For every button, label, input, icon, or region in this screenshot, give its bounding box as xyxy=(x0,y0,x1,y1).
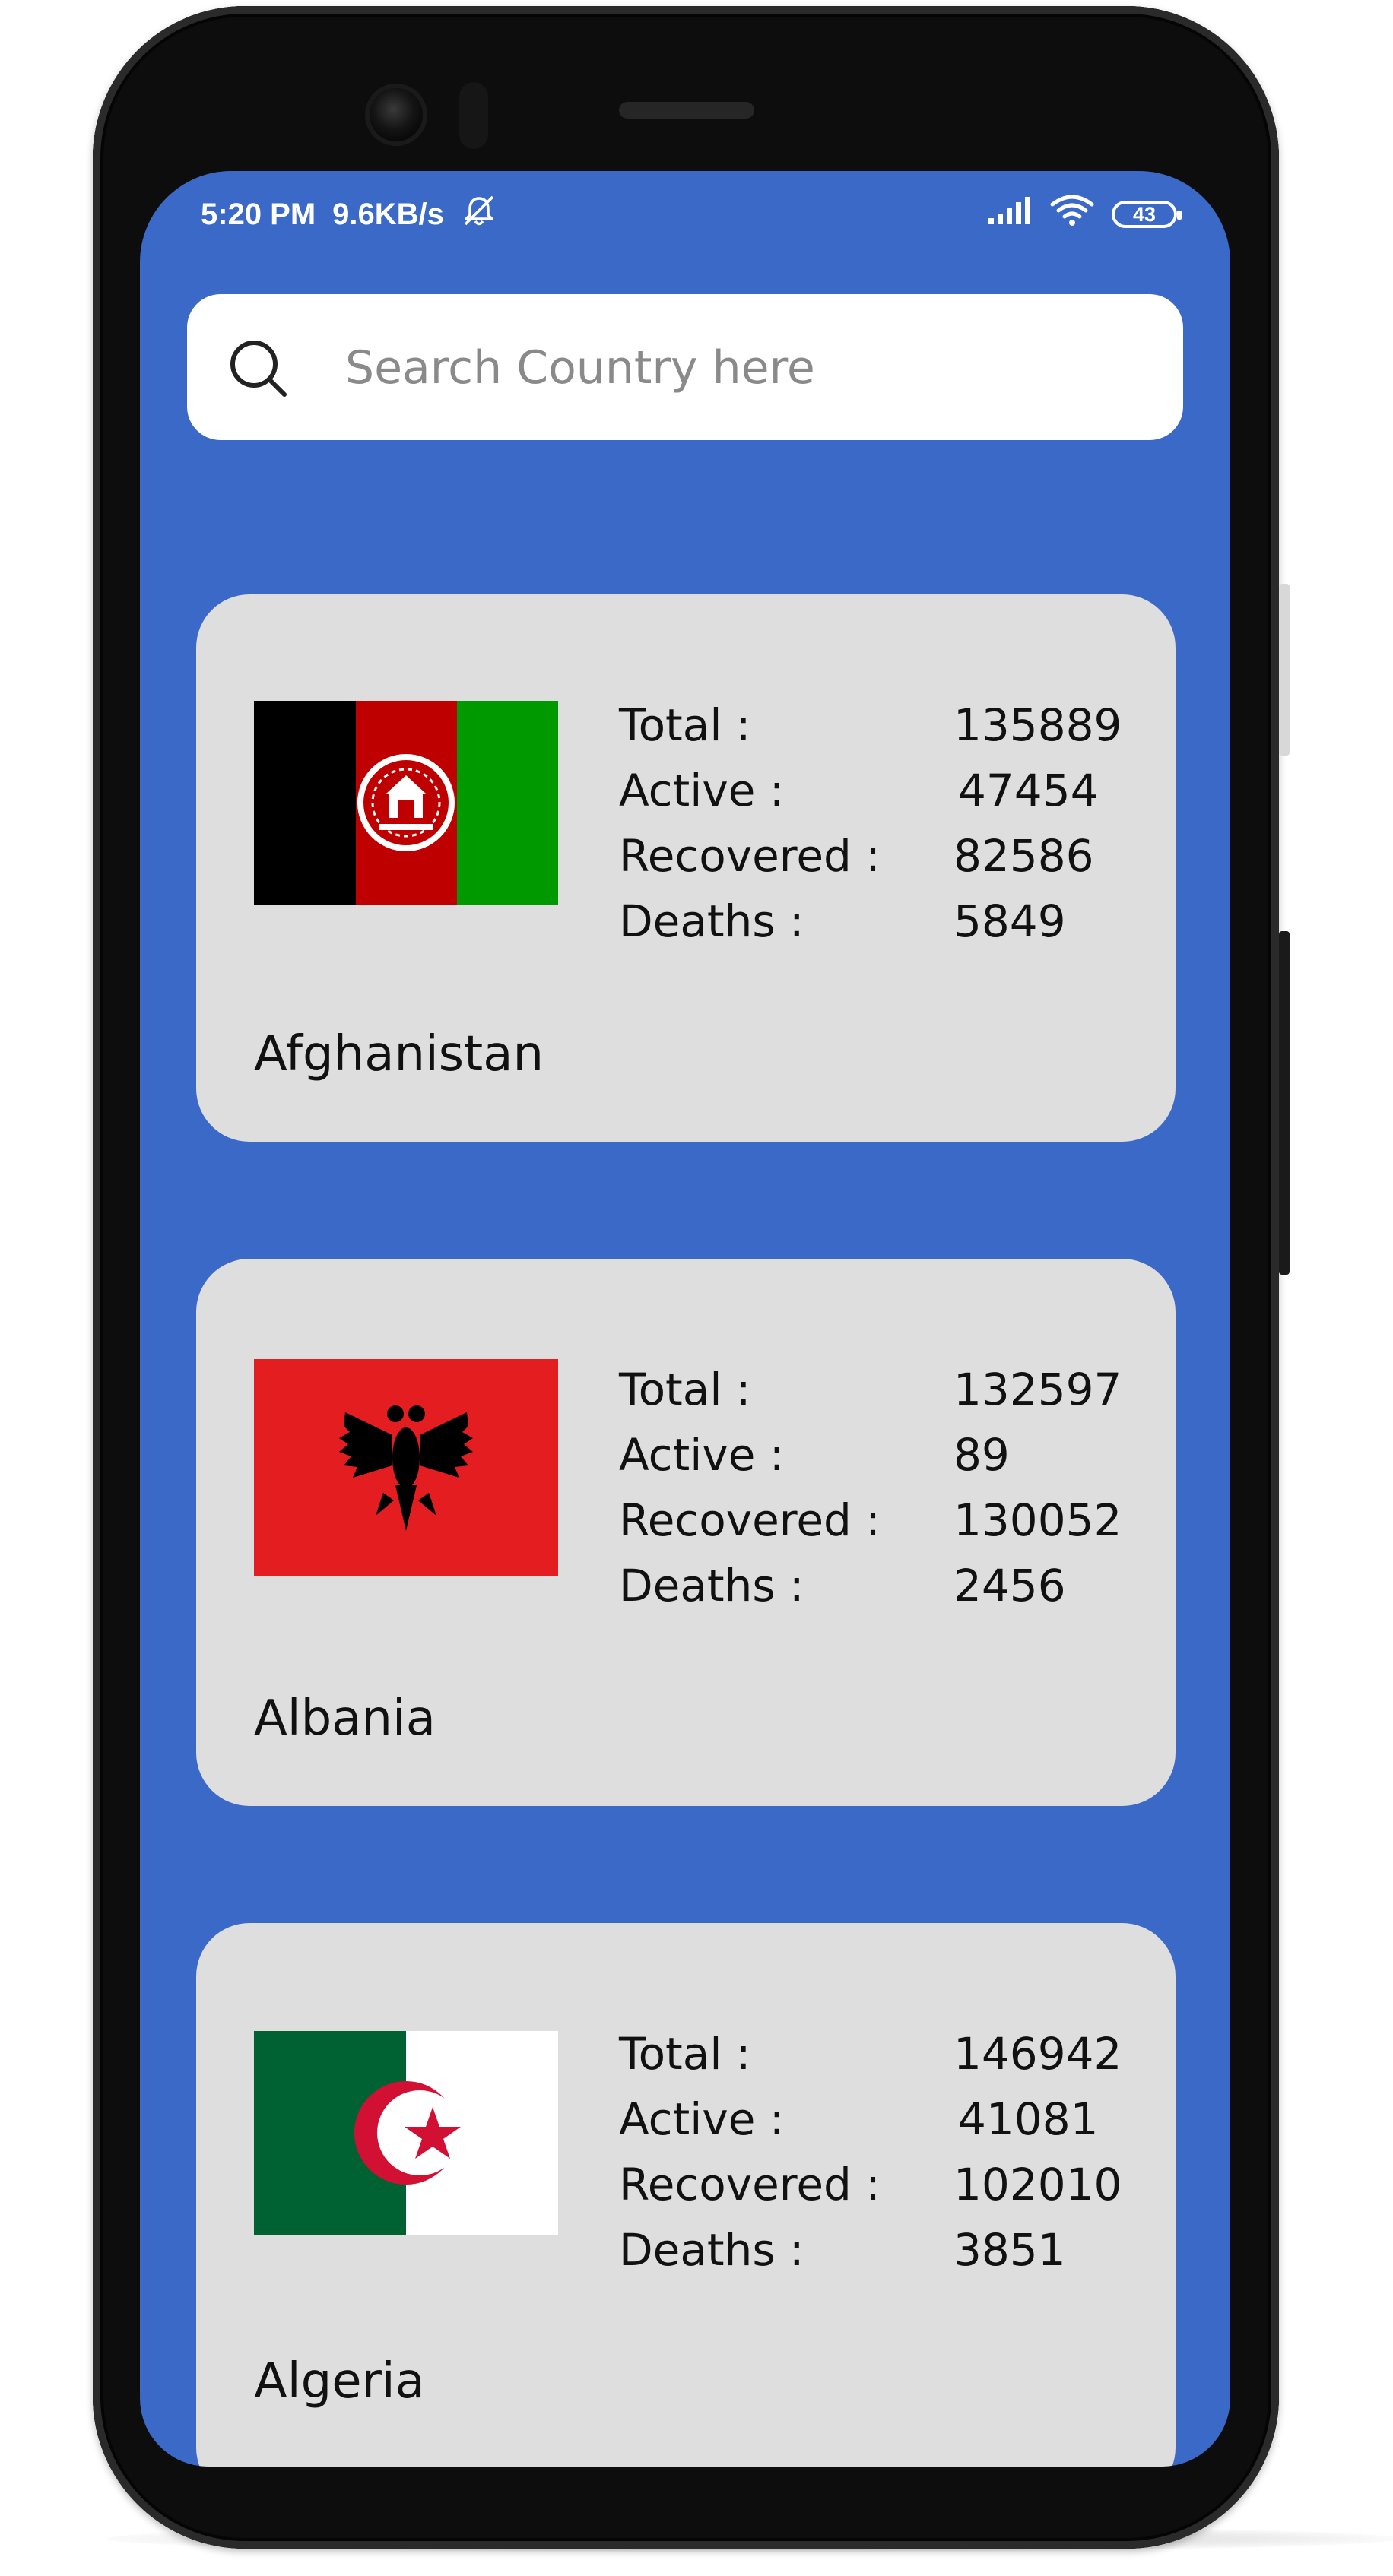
stat-value-deaths: 3851 xyxy=(954,2224,1066,2276)
country-card-albania[interactable]: Total : 132597 Active : 89 Recovered : 1… xyxy=(196,1259,1176,1806)
stat-value-deaths: 2456 xyxy=(954,1560,1066,1611)
stat-row-deaths: Deaths : 3851 xyxy=(619,2224,1151,2289)
afghanistan-flag xyxy=(254,701,558,905)
albania-flag xyxy=(254,1359,558,1576)
device-stage: 5:20 PM 9.6KB/s 43 Search Country here T… xyxy=(0,0,1393,2576)
stat-value-recovered: 102010 xyxy=(954,2159,1122,2210)
stat-value-active: 89 xyxy=(954,1429,1010,1481)
earpiece-speaker xyxy=(619,102,754,119)
stat-label-total: Total : xyxy=(619,699,751,751)
stat-label-deaths: Deaths : xyxy=(619,895,804,947)
stat-label-recovered: Recovered : xyxy=(619,2159,881,2210)
stat-row-active: Active : 41081 xyxy=(619,2093,1151,2159)
proximity-sensor xyxy=(459,82,488,149)
stat-row-total: Total : 135889 xyxy=(619,699,1151,765)
stat-label-total: Total : xyxy=(619,2028,751,2080)
app-screen: 5:20 PM 9.6KB/s 43 Search Country here T… xyxy=(140,171,1230,2467)
stat-row-recovered: Recovered : 130052 xyxy=(619,1494,1151,1560)
status-bar: 5:20 PM 9.6KB/s 43 xyxy=(140,171,1230,255)
stat-label-deaths: Deaths : xyxy=(619,2224,804,2276)
stat-value-active: 47454 xyxy=(958,765,1099,816)
stat-row-active: Active : 47454 xyxy=(619,765,1151,830)
phone-volume-button xyxy=(1279,931,1290,1275)
stat-row-total: Total : 146942 xyxy=(619,2028,1151,2093)
signal-icon xyxy=(987,195,1033,233)
stat-label-active: Active : xyxy=(619,1429,785,1481)
country-name: Afghanistan xyxy=(254,1026,544,1082)
stat-row-deaths: Deaths : 5849 xyxy=(619,895,1151,961)
country-card-afghanistan[interactable]: Total : 135889 Active : 47454 Recovered … xyxy=(196,594,1176,1142)
stat-label-active: Active : xyxy=(619,2093,785,2145)
stat-value-recovered: 82586 xyxy=(954,830,1094,882)
stat-value-total: 146942 xyxy=(954,2028,1122,2080)
stat-label-total: Total : xyxy=(619,1364,751,1415)
phone-power-button xyxy=(1279,584,1290,756)
search-icon[interactable] xyxy=(225,335,290,401)
status-network-speed: 9.6KB/s xyxy=(332,197,444,231)
stat-value-active: 41081 xyxy=(958,2093,1099,2145)
front-camera xyxy=(370,88,423,141)
muted-alarm-icon xyxy=(461,194,497,235)
stat-label-recovered: Recovered : xyxy=(619,1494,881,1546)
status-time: 5:20 PM xyxy=(201,197,316,231)
stat-label-recovered: Recovered : xyxy=(619,830,881,882)
search-input[interactable] xyxy=(344,332,1153,404)
stat-row-total: Total : 132597 xyxy=(619,1364,1151,1429)
battery-icon: 43 xyxy=(1112,201,1182,228)
stat-value-recovered: 130052 xyxy=(954,1494,1122,1546)
battery-level: 43 xyxy=(1132,202,1157,226)
stat-row-recovered: Recovered : 102010 xyxy=(619,2159,1151,2224)
stat-row-active: Active : 89 xyxy=(619,1429,1151,1494)
stat-row-deaths: Deaths : 2456 xyxy=(619,1560,1151,1625)
stat-value-deaths: 5849 xyxy=(954,895,1066,947)
stat-value-total: 132597 xyxy=(954,1364,1122,1415)
search-bar[interactable] xyxy=(187,294,1183,440)
country-card-algeria[interactable]: Total : 146942 Active : 41081 Recovered … xyxy=(196,1923,1176,2467)
country-name: Albania xyxy=(254,1690,436,1747)
country-name: Algeria xyxy=(254,2353,425,2410)
wifi-icon xyxy=(1049,194,1095,235)
stat-value-total: 135889 xyxy=(954,699,1122,751)
stat-row-recovered: Recovered : 82586 xyxy=(619,830,1151,895)
stat-label-deaths: Deaths : xyxy=(619,1560,804,1611)
stat-label-active: Active : xyxy=(619,765,785,816)
algeria-flag xyxy=(254,2031,558,2235)
